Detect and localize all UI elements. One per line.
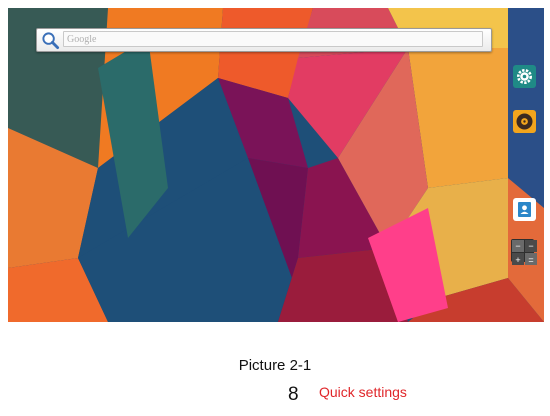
figure-caption: Picture 2-1 (238, 357, 312, 374)
settings-icon[interactable] (513, 65, 536, 88)
search-input[interactable]: Google (63, 31, 483, 47)
svg-text:−: − (528, 241, 533, 251)
page-number: 8 (288, 384, 299, 405)
contacts-icon[interactable] (513, 198, 536, 221)
calculator-icon[interactable]: − − + = (511, 239, 537, 265)
svg-text:−: − (515, 241, 520, 251)
svg-text:=: = (528, 255, 533, 265)
tablet-screen: Google − − + = (8, 8, 544, 322)
section-title: Quick settings (319, 384, 407, 400)
home-wallpaper (8, 8, 544, 322)
svg-text:+: + (515, 255, 520, 265)
google-search-bar[interactable]: Google (36, 28, 492, 52)
search-icon[interactable] (41, 31, 60, 50)
music-player-icon[interactable] (513, 110, 536, 133)
